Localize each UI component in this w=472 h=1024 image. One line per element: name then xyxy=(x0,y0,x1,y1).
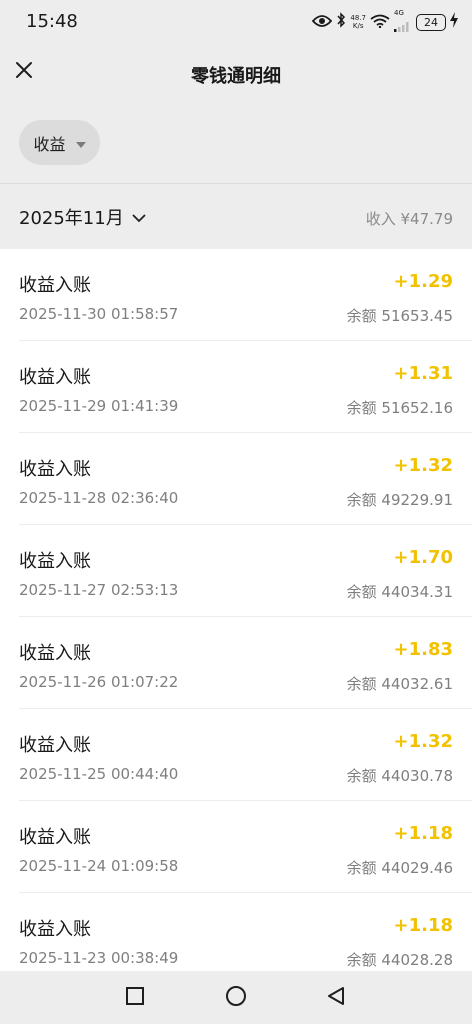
transaction-list: 收益入账 2025-11-30 01:58:57 +1.29 余额 51653.… xyxy=(0,249,472,971)
filter-area: 收益 xyxy=(0,102,472,184)
system-nav-bar xyxy=(0,971,472,1024)
transaction-time: 2025-11-29 01:41:39 xyxy=(19,397,179,415)
transaction-title: 收益入账 xyxy=(19,459,91,480)
transaction-title: 收益入账 xyxy=(19,551,91,572)
status-bar: 15:48 48.7 K/s 4G 24 xyxy=(0,0,472,44)
recent-apps-icon xyxy=(125,986,145,1010)
transaction-balance: 余额 44029.46 xyxy=(346,859,453,877)
net-speed-unit: K/s xyxy=(352,22,364,30)
transaction-balance: 余额 44034.31 xyxy=(346,583,453,601)
month-selector[interactable]: 2025年11月 xyxy=(19,204,146,230)
transaction-row[interactable]: 收益入账 2025-11-23 00:38:49 +1.18 余额 44028.… xyxy=(0,893,472,971)
status-time: 15:48 xyxy=(26,11,78,32)
transaction-balance: 余额 49229.91 xyxy=(346,491,453,509)
home-icon xyxy=(225,985,247,1011)
recent-apps-button[interactable] xyxy=(122,985,148,1011)
transaction-title: 收益入账 xyxy=(19,827,91,848)
net-speed: 48.7 K/s xyxy=(350,14,366,30)
transaction-balance: 余额 51653.45 xyxy=(346,307,453,325)
month-summary-bar: 2025年11月 收入 ¥47.79 xyxy=(0,184,472,249)
transaction-title: 收益入账 xyxy=(19,643,91,664)
charging-icon xyxy=(450,12,458,32)
dropdown-triangle-icon xyxy=(75,133,86,152)
transaction-time: 2025-11-25 00:44:40 xyxy=(19,765,179,783)
transaction-row[interactable]: 收益入账 2025-11-26 01:07:22 +1.83 余额 44032.… xyxy=(0,617,472,709)
transaction-balance: 余额 44030.78 xyxy=(346,767,453,785)
page-header: 零钱通明细 xyxy=(0,44,472,102)
transaction-time: 2025-11-28 02:36:40 xyxy=(19,489,179,507)
transaction-amount: +1.83 xyxy=(393,639,454,660)
transaction-title: 收益入账 xyxy=(19,275,91,296)
filter-label: 收益 xyxy=(33,134,66,154)
eye-icon xyxy=(312,13,333,32)
transaction-amount: +1.31 xyxy=(393,363,454,384)
transaction-row[interactable]: 收益入账 2025-11-27 02:53:13 +1.70 余额 44034.… xyxy=(0,525,472,617)
chevron-down-icon xyxy=(132,207,146,228)
transaction-amount: +1.32 xyxy=(393,731,454,752)
month-label: 2025年11月 xyxy=(19,208,124,229)
transaction-amount: +1.18 xyxy=(393,823,454,844)
transaction-row[interactable]: 收益入账 2025-11-29 01:41:39 +1.31 余额 51652.… xyxy=(0,341,472,433)
transaction-row[interactable]: 收益入账 2025-11-28 02:36:40 +1.32 余额 49229.… xyxy=(0,433,472,525)
network-type: 4G xyxy=(394,8,404,17)
home-button[interactable] xyxy=(223,985,249,1011)
transaction-title: 收益入账 xyxy=(19,367,91,388)
income-total: 收入 ¥47.79 xyxy=(365,210,453,228)
cellular: 4G xyxy=(394,9,412,36)
transaction-time: 2025-11-23 00:38:49 xyxy=(19,949,179,967)
page-title: 零钱通明细 xyxy=(191,66,281,87)
back-icon xyxy=(326,986,346,1010)
transaction-row[interactable]: 收益入账 2025-11-30 01:58:57 +1.29 余额 51653.… xyxy=(0,249,472,341)
signal-icon xyxy=(394,17,412,36)
transaction-balance: 余额 44032.61 xyxy=(346,675,453,693)
transaction-title: 收益入账 xyxy=(19,735,91,756)
transaction-amount: +1.70 xyxy=(393,547,454,568)
transaction-time: 2025-11-30 01:58:57 xyxy=(19,305,179,323)
transaction-time: 2025-11-27 02:53:13 xyxy=(19,581,179,599)
back-button[interactable] xyxy=(323,985,349,1011)
wifi-icon xyxy=(370,13,390,32)
type-filter-dropdown[interactable]: 收益 xyxy=(19,120,100,165)
transaction-time: 2025-11-24 01:09:58 xyxy=(19,857,179,875)
transaction-balance: 余额 44028.28 xyxy=(346,951,453,969)
transaction-amount: +1.18 xyxy=(393,915,454,936)
battery-indicator: 24 xyxy=(416,13,446,31)
status-icons: 48.7 K/s 4G 24 xyxy=(312,9,458,32)
transaction-time: 2025-11-26 01:07:22 xyxy=(19,673,179,691)
transaction-row[interactable]: 收益入账 2025-11-24 01:09:58 +1.18 余额 44029.… xyxy=(0,801,472,893)
transaction-amount: +1.32 xyxy=(393,455,454,476)
bluetooth-icon xyxy=(336,12,346,32)
transaction-title: 收益入账 xyxy=(19,919,91,940)
transaction-balance: 余额 51652.16 xyxy=(346,399,453,417)
transaction-row[interactable]: 收益入账 2025-11-25 00:44:40 +1.32 余额 44030.… xyxy=(0,709,472,801)
transaction-amount: +1.29 xyxy=(393,271,454,292)
net-speed-value: 48.7 xyxy=(350,14,366,22)
